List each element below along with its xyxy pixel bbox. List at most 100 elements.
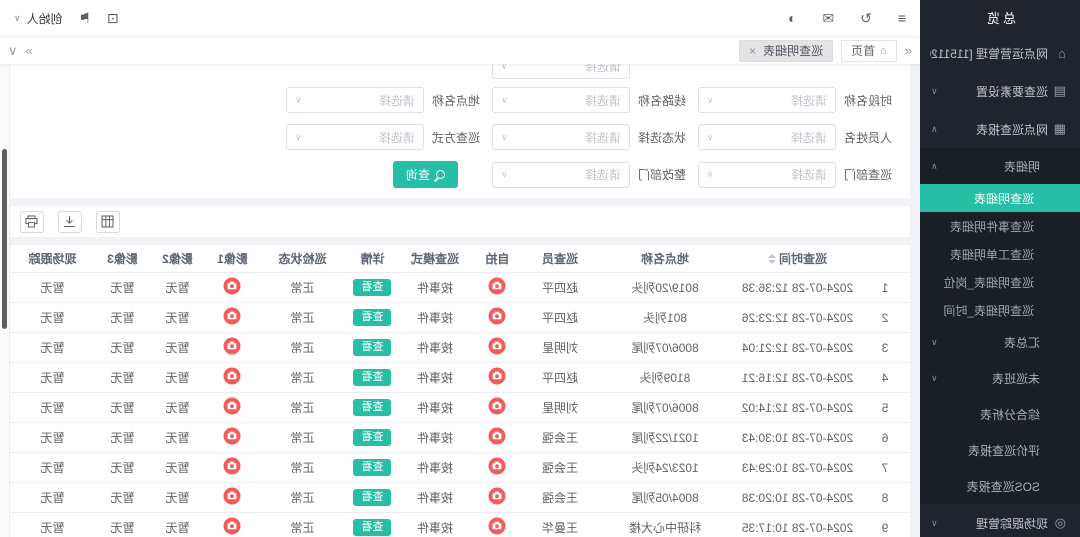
camera-icon[interactable] bbox=[489, 337, 507, 355]
sidebar-item[interactable]: 明细表 bbox=[920, 148, 1080, 184]
cell-index: 6 bbox=[860, 423, 910, 453]
camera-icon[interactable] bbox=[224, 457, 242, 475]
filter-select[interactable]: 请选择 bbox=[492, 162, 630, 188]
filter-panel: 请选择 时段名称 请选择 bbox=[10, 64, 910, 198]
columns-icon[interactable] bbox=[96, 211, 120, 233]
cell-track: 暂无 bbox=[10, 483, 95, 513]
filter-select[interactable]: 请选择 bbox=[492, 64, 630, 79]
camera-icon[interactable] bbox=[224, 427, 242, 445]
camera-icon[interactable] bbox=[224, 307, 242, 325]
sidebar-item[interactable]: 汇总表 bbox=[920, 324, 1080, 360]
cell-track: 暂无 bbox=[10, 513, 95, 537]
sidebar-item[interactable]: 现场跟踪管理 bbox=[920, 504, 1080, 537]
submenu-arrow-icon bbox=[931, 337, 938, 348]
sidebar-item-label: 巡查事件明细表 bbox=[950, 218, 1034, 235]
refresh-icon[interactable] bbox=[860, 10, 872, 27]
filter-select[interactable]: 请选择 bbox=[286, 87, 424, 113]
camera-icon[interactable] bbox=[224, 397, 242, 415]
cell-track: 暂无 bbox=[10, 273, 95, 303]
table-header-row: 巡查时间 地点名称 巡查员 自拍 巡查模式 详情 巡检状态 影像1 影像2 bbox=[10, 245, 910, 273]
tabs-scroll-left[interactable]: « bbox=[905, 43, 912, 58]
tab-home[interactable]: 首页 bbox=[841, 40, 897, 62]
sidebar-item[interactable]: 巡查要素设置 bbox=[920, 72, 1080, 110]
view-button[interactable]: 查看 bbox=[354, 279, 392, 297]
filter-label: 巡查方式 bbox=[432, 129, 484, 146]
scrollbar-thumb[interactable] bbox=[2, 149, 7, 329]
sidebar-item[interactable]: 巡查明细表_岗位 bbox=[920, 268, 1080, 296]
view-button[interactable]: 查看 bbox=[354, 519, 392, 537]
sidebar-item[interactable]: 网点巡查报表 bbox=[920, 110, 1080, 148]
table-row: 6 2024-07-28 10:30:43 1021/22列尾 王会强 按事件 … bbox=[10, 423, 910, 453]
camera-icon[interactable] bbox=[489, 277, 507, 295]
fullscreen-icon[interactable] bbox=[107, 10, 119, 27]
filter-select[interactable]: 请选择 bbox=[286, 124, 424, 150]
cell-person: 赵四平 bbox=[525, 363, 595, 393]
print-icon[interactable] bbox=[20, 211, 44, 233]
filter-field: 巡查方式 请选择 bbox=[278, 124, 484, 150]
camera-icon[interactable] bbox=[224, 487, 242, 505]
filter-select[interactable]: 请选择 bbox=[698, 124, 836, 150]
cell-place: 1021/22列尾 bbox=[595, 423, 735, 453]
sidebar-item[interactable]: 综合分析表 bbox=[920, 396, 1080, 432]
cell-status: 正常 bbox=[260, 273, 345, 303]
cell-person: 赵四平 bbox=[525, 273, 595, 303]
camera-icon[interactable] bbox=[489, 307, 507, 325]
tabs-more-caret[interactable]: ∨ bbox=[8, 43, 18, 59]
cell-detail: 查看 bbox=[345, 423, 400, 453]
tag-icon[interactable] bbox=[79, 10, 92, 27]
cell-mode: 按事件 bbox=[400, 393, 470, 423]
camera-icon[interactable] bbox=[489, 427, 507, 445]
tabs-scroll-right[interactable]: » bbox=[26, 43, 33, 58]
camera-icon[interactable] bbox=[224, 367, 242, 385]
cell-time: 2024-07-28 10:17:35 bbox=[735, 513, 860, 537]
camera-icon[interactable] bbox=[224, 517, 242, 535]
user-menu[interactable]: 创始人 ∨ bbox=[14, 10, 63, 27]
filter-select[interactable]: 请选择 bbox=[698, 162, 836, 188]
view-button[interactable]: 查看 bbox=[354, 459, 392, 477]
navbar-right: 创始人 ∨ bbox=[14, 10, 119, 27]
cell-detail: 查看 bbox=[345, 513, 400, 537]
view-button[interactable]: 查看 bbox=[354, 489, 392, 507]
camera-icon[interactable] bbox=[224, 337, 242, 355]
close-icon[interactable]: × bbox=[749, 44, 756, 58]
cell-selfie bbox=[470, 393, 525, 423]
view-button[interactable]: 查看 bbox=[354, 399, 392, 417]
camera-icon[interactable] bbox=[489, 517, 507, 535]
view-button[interactable]: 查看 bbox=[354, 339, 392, 357]
camera-icon[interactable] bbox=[489, 397, 507, 415]
col-time[interactable]: 巡查时间 bbox=[735, 245, 860, 273]
camera-icon[interactable] bbox=[489, 457, 507, 475]
theme-icon[interactable] bbox=[788, 10, 796, 27]
sidebar-item[interactable]: 网点运营管理 [1151120] bbox=[920, 34, 1080, 72]
sidebar-item[interactable]: SOS巡查报表 bbox=[920, 468, 1080, 504]
view-button[interactable]: 查看 bbox=[354, 369, 392, 387]
sidebar-item[interactable]: 巡查事件明细表 bbox=[920, 212, 1080, 240]
filter-select[interactable]: 请选择 bbox=[698, 87, 836, 113]
sidebar-item[interactable]: 巡查工单明细表 bbox=[920, 240, 1080, 268]
cell-img1 bbox=[205, 453, 260, 483]
view-button[interactable]: 查看 bbox=[354, 429, 392, 447]
sort-caret-icon[interactable] bbox=[768, 254, 776, 264]
filter-select[interactable]: 请选择 bbox=[492, 124, 630, 150]
scrollbar-track[interactable] bbox=[0, 63, 10, 537]
message-icon[interactable] bbox=[822, 10, 834, 27]
cell-place: 8006/07列尾 bbox=[595, 333, 735, 363]
camera-icon[interactable] bbox=[489, 487, 507, 505]
camera-icon[interactable] bbox=[224, 277, 242, 295]
chevron-down-icon bbox=[707, 132, 714, 143]
view-button[interactable]: 查看 bbox=[354, 309, 392, 327]
camera-icon[interactable] bbox=[489, 367, 507, 385]
sidebar-item[interactable]: 巡查明细表 bbox=[920, 184, 1080, 212]
cell-person: 赵四平 bbox=[525, 303, 595, 333]
col-img2: 影像2 bbox=[150, 245, 205, 273]
sidebar-item[interactable]: 巡查明细表_时间 bbox=[920, 296, 1080, 324]
export-icon[interactable] bbox=[58, 211, 82, 233]
sidebar-item[interactable]: 评价巡查报表 bbox=[920, 432, 1080, 468]
tab-patrol-detail[interactable]: 巡查明细表 × bbox=[739, 40, 833, 62]
filter-select[interactable]: 请选择 bbox=[492, 87, 630, 113]
filter-field: 时段名称 请选择 bbox=[690, 87, 896, 113]
sidebar-item[interactable]: 未巡班表 bbox=[920, 360, 1080, 396]
filter-label: 巡查部门 bbox=[844, 166, 896, 183]
search-button[interactable]: 查询 bbox=[393, 161, 458, 188]
menu-fold-icon[interactable] bbox=[898, 10, 906, 27]
